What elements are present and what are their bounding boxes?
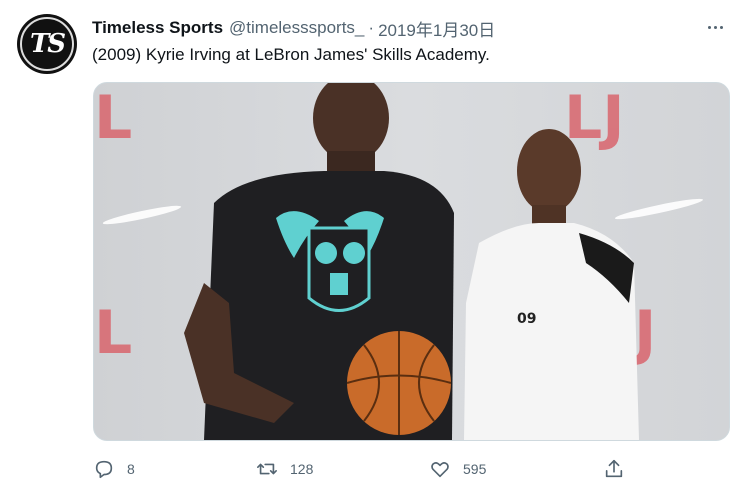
heart-icon — [431, 462, 449, 478]
tweet-photo[interactable]: L LJ L J 09 — [93, 82, 730, 441]
reply-count: 8 — [127, 461, 135, 477]
share-button[interactable] — [603, 455, 637, 483]
jersey-number: 09 — [517, 311, 536, 327]
tweet-actions: 8 128 595 — [93, 455, 728, 483]
reply-button[interactable]: 8 — [93, 455, 135, 483]
like-button[interactable]: 595 — [429, 455, 486, 483]
avatar[interactable]: TS — [17, 14, 77, 74]
share-icon — [605, 459, 623, 478]
player-head — [517, 129, 581, 213]
retweet-count: 128 — [290, 461, 314, 477]
more-icon[interactable] — [700, 14, 730, 40]
retweet-button[interactable]: 128 — [256, 455, 313, 483]
tweet-header: Timeless Sports @timelesssports_ · 2019年… — [92, 16, 730, 40]
tweet-text: (2009) Kyrie Irving at LeBron James' Ski… — [92, 45, 490, 64]
player-head — [313, 83, 389, 162]
reply-icon — [95, 460, 113, 479]
photo-subjects: 09 — [184, 83, 639, 440]
retweet-icon — [257, 463, 277, 475]
author-name[interactable]: Timeless Sports — [92, 18, 223, 38]
avatar-monogram: TS — [29, 29, 66, 59]
tweet-date[interactable]: 2019年1月30日 — [378, 16, 495, 41]
separator-dot: · — [368, 18, 375, 37]
like-count: 595 — [463, 461, 487, 477]
author-handle[interactable]: @timelesssports_ — [229, 18, 364, 38]
